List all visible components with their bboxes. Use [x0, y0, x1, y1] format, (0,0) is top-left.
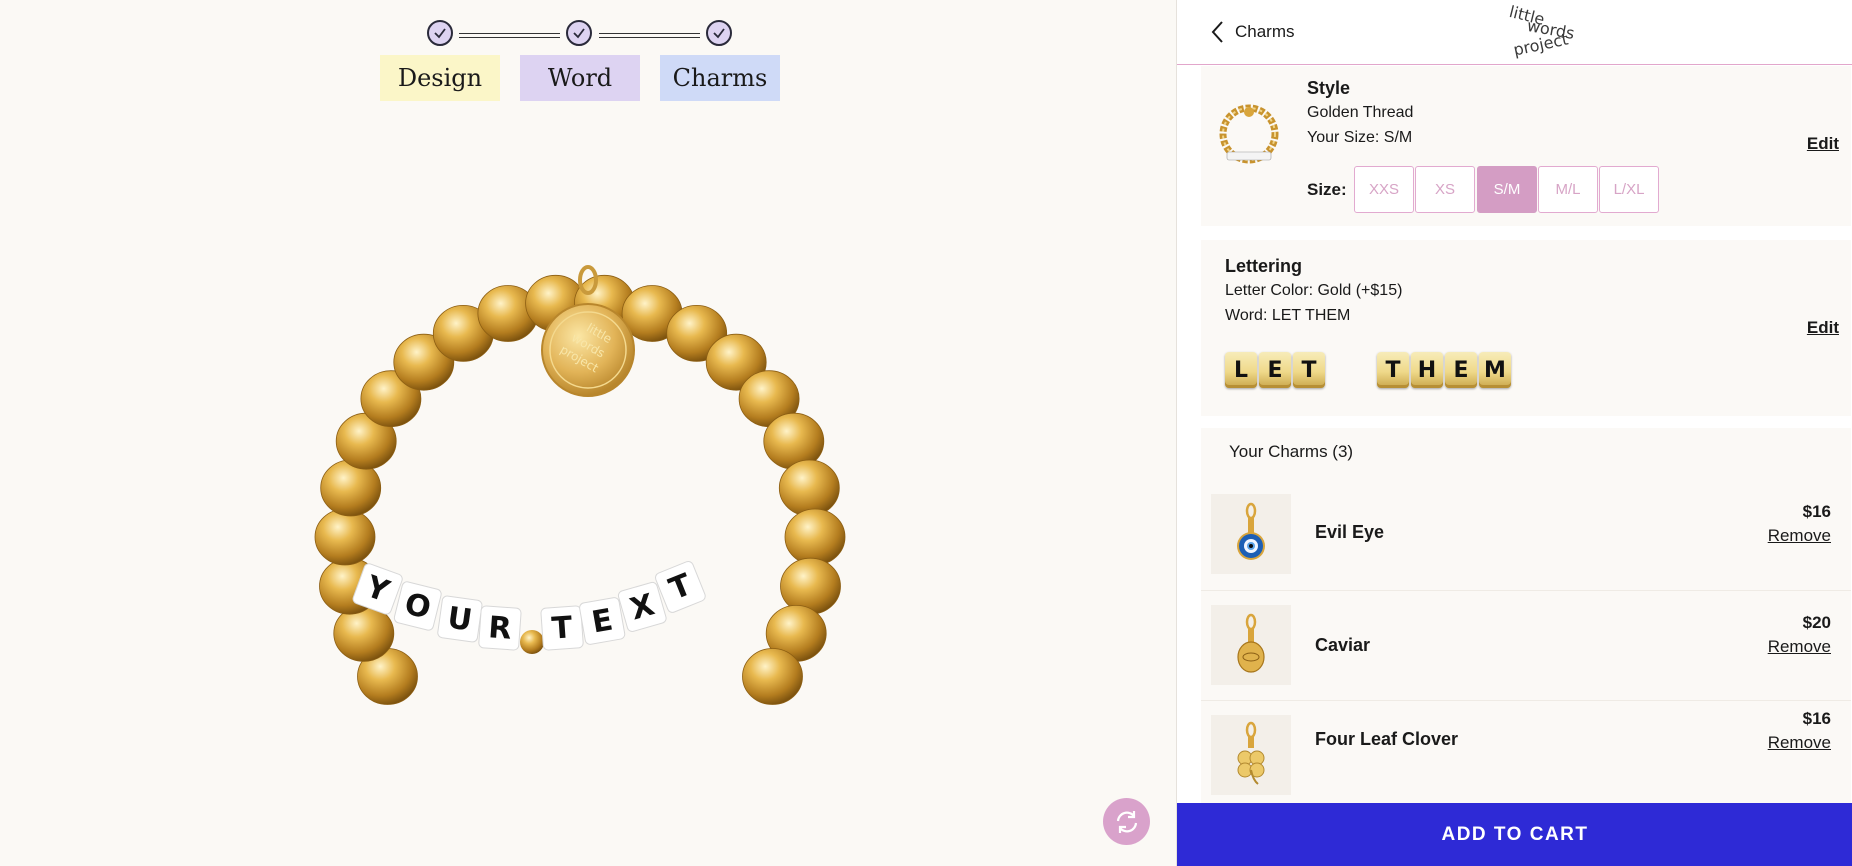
charm-price: $16 [1802, 502, 1831, 521]
step-design-check-icon[interactable] [427, 20, 453, 46]
progress-stepper: Design Word Charms [0, 0, 1176, 110]
summary-panel: Charms little words project Style Golden… [1176, 0, 1852, 866]
edit-lettering-link[interactable]: Edit [1807, 318, 1839, 338]
logo-line: project [1511, 29, 1570, 60]
letter-cube: T [540, 605, 584, 651]
back-to-charms-button[interactable]: Charms [1211, 14, 1295, 50]
bracelet-preview: little words project YOURTEXT [314, 265, 846, 705]
size-label: Size: [1307, 180, 1347, 199]
step-connector [599, 33, 700, 38]
caviar-charm-image [1211, 605, 1291, 685]
step-connector [459, 33, 560, 38]
step-word-check-icon[interactable] [566, 20, 592, 46]
letter-bead: M [1479, 352, 1511, 388]
remove-charm-button[interactable]: Remove [1768, 733, 1831, 753]
letter-bead: E [1259, 352, 1291, 388]
charm-price: $16 [1802, 709, 1831, 728]
gold-bead [778, 459, 840, 517]
charm-price: $20 [1802, 613, 1831, 632]
charms-title: Your Charms (3) [1229, 442, 1354, 461]
evil-eye-charm-image [1211, 494, 1291, 574]
size-option-lxl[interactable]: L/XL [1599, 166, 1659, 213]
letter-cube-text: U [445, 600, 474, 638]
refresh-icon [1116, 810, 1137, 833]
charm-name: Evil Eye [1315, 522, 1385, 542]
letter-cube: O [393, 581, 442, 631]
gold-bead [314, 508, 376, 566]
gold-bead [784, 508, 846, 566]
tab-charms[interactable]: Charms [660, 55, 780, 101]
refresh-view-button[interactable] [1103, 798, 1150, 845]
back-label: Charms [1235, 22, 1295, 41]
letter-cube-text: T [551, 610, 574, 646]
size-option-sm[interactable]: S/M [1477, 166, 1537, 213]
size-option-ml[interactable]: M/L [1538, 166, 1598, 213]
remove-charm-button[interactable]: Remove [1768, 526, 1831, 546]
style-your-size: Your Size: S/M [1307, 129, 1413, 146]
style-card: Style Golden Thread Your Size: S/M Size:… [1201, 66, 1851, 226]
four-leaf-clover-charm-image [1211, 715, 1291, 795]
letter-cube: R [478, 605, 522, 651]
brand-logo[interactable]: little words project [1503, 2, 1593, 60]
style-design-name: Golden Thread [1307, 104, 1414, 121]
size-option-xxs[interactable]: XXS [1354, 166, 1414, 213]
spacer-bead [520, 630, 544, 654]
letter-bead: L [1225, 352, 1257, 388]
charm-row: Four Leaf Clover $16 Remove [1201, 700, 1851, 803]
letter-color: Letter Color: Gold (+$15) [1225, 282, 1403, 299]
lettering-card: Lettering Letter Color: Gold (+$15) Word… [1201, 240, 1851, 416]
gold-bead [742, 648, 803, 705]
style-thumbnail [1219, 104, 1279, 164]
charm-name: Caviar [1315, 635, 1371, 655]
panel-header: Charms little words project [1177, 0, 1852, 65]
letter-bead: H [1411, 352, 1443, 388]
add-to-cart-button[interactable]: ADD TO CART [1177, 803, 1852, 866]
size-option-xs[interactable]: XS [1415, 166, 1475, 213]
letter-cube-text: R [487, 610, 512, 647]
letter-bead: T [1377, 352, 1409, 388]
chevron-left-icon [1211, 21, 1223, 43]
letter-cube: E [579, 597, 626, 645]
tab-word[interactable]: Word [520, 55, 640, 101]
letter-bead: E [1445, 352, 1477, 388]
charms-card: Your Charms (3) Evil Eye $16 Remove Cavi… [1201, 428, 1851, 803]
lettering-title: Lettering [1225, 256, 1303, 276]
tab-design[interactable]: Design [380, 55, 500, 101]
charm-name: Four Leaf Clover [1315, 729, 1459, 749]
lettering-word: Word: LET THEM [1225, 307, 1351, 324]
letter-cube: U [437, 595, 483, 643]
letter-bead: T [1293, 352, 1325, 388]
edit-style-link[interactable]: Edit [1807, 134, 1839, 154]
charm-row: Evil Eye $16 Remove [1201, 480, 1851, 590]
charm-row: Caviar $20 Remove [1201, 590, 1851, 700]
remove-charm-button[interactable]: Remove [1768, 637, 1831, 657]
summary-scroll-area[interactable]: Style Golden Thread Your Size: S/M Size:… [1177, 66, 1852, 803]
style-title: Style [1307, 78, 1351, 98]
letter-beads: YOURTEXT [352, 560, 706, 654]
step-charms-check-icon[interactable] [706, 20, 732, 46]
